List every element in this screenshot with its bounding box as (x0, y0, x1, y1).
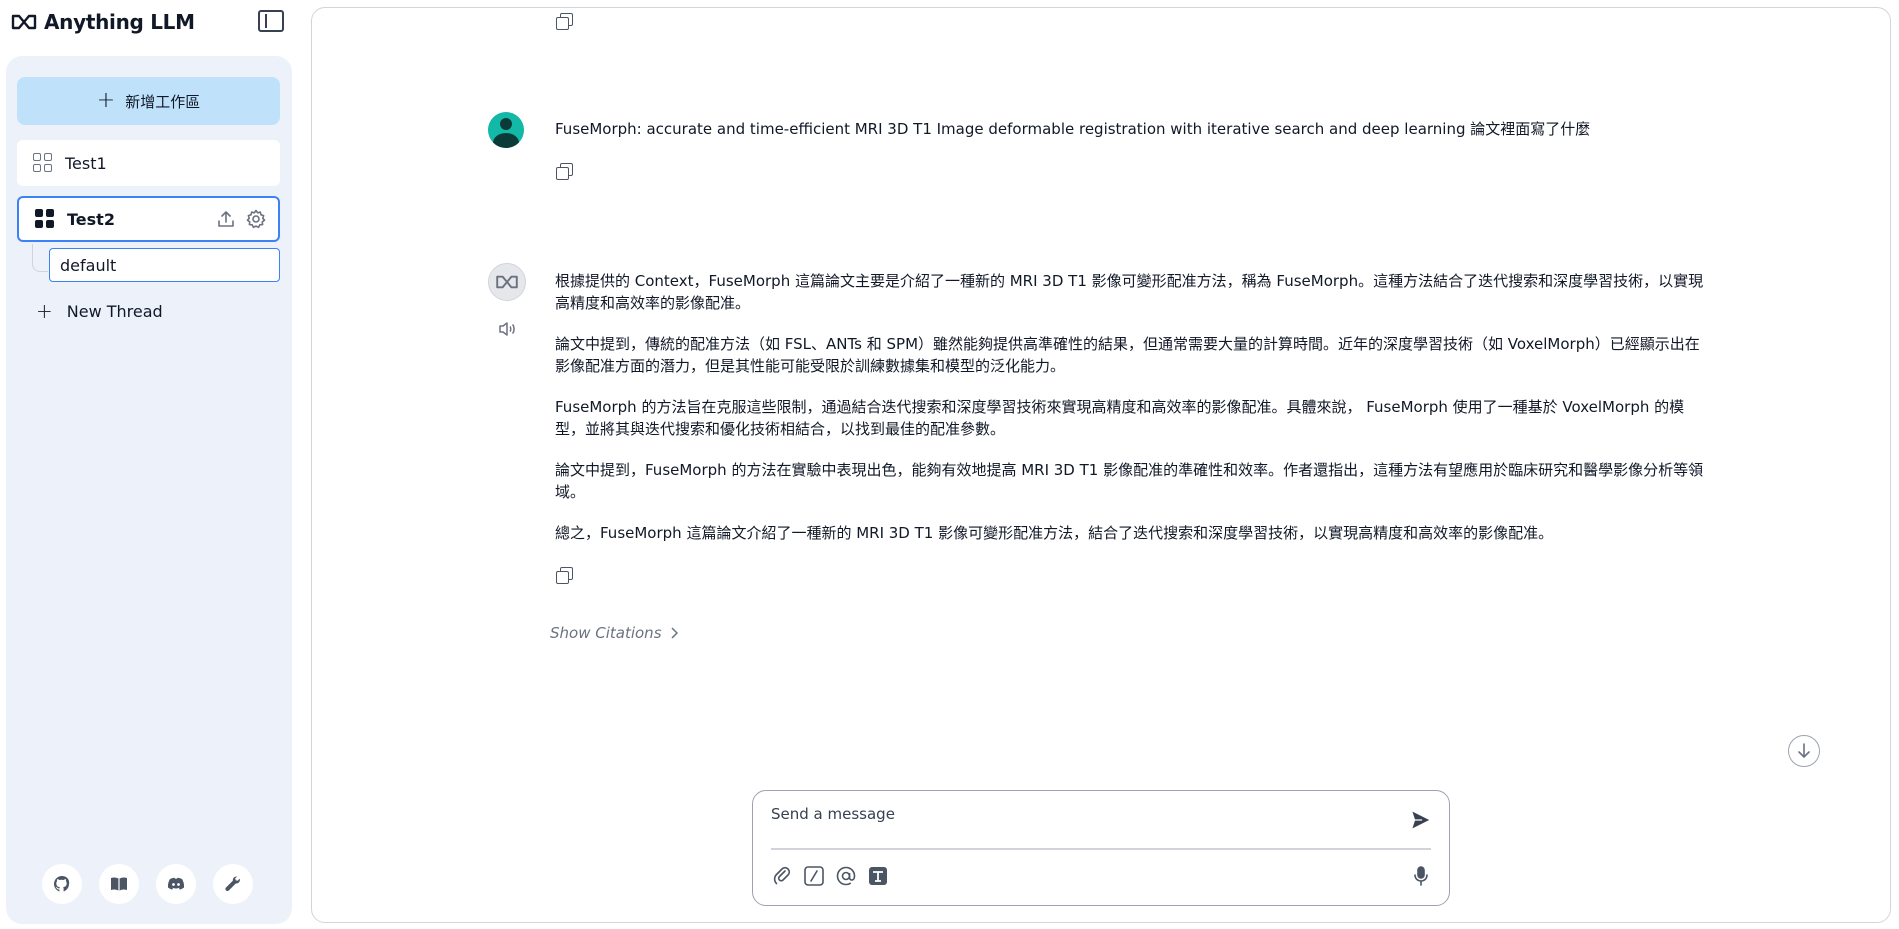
new-workspace-label: 新增工作區 (125, 92, 201, 111)
chat-container: FuseMorph: accurate and time-efficient M… (311, 7, 1891, 923)
chevron-right-icon (670, 627, 678, 639)
brand: Anything LLM (10, 10, 195, 34)
assistant-paragraph: 根據提供的 Context，FuseMorph 這篇論文主要是介紹了一種新的 M… (555, 272, 1704, 312)
docs-button[interactable] (99, 864, 139, 904)
scroll-to-bottom-button[interactable] (1788, 735, 1820, 767)
message-composer (752, 790, 1450, 906)
wrench-icon (225, 876, 240, 891)
assistant-message: 根據提供的 Context，FuseMorph 這篇論文主要是介紹了一種新的 M… (555, 270, 1710, 563)
sidebar-footer (42, 864, 253, 904)
message-input[interactable] (771, 805, 1371, 823)
sidebar: Anything LLM + 新增工作區 Test1 Test2 default… (0, 0, 300, 929)
thread-label: default (60, 255, 117, 275)
workspace-label: Test1 (65, 153, 107, 173)
paperclip-icon[interactable] (771, 865, 793, 887)
speaker-icon[interactable] (498, 320, 518, 338)
anything-llm-logo-icon (496, 275, 518, 289)
assistant-paragraph: 論文中提到，傳統的配准方法（如 FSL、ANTs 和 SPM）雖然能夠提供高準確… (555, 335, 1700, 375)
discord-icon (167, 877, 185, 890)
workspace-actions (216, 209, 266, 229)
new-thread-button[interactable]: + New Thread (36, 296, 163, 326)
sidebar-toggle-icon[interactable] (258, 10, 284, 32)
settings-button[interactable] (213, 864, 253, 904)
assistant-paragraph: 論文中提到，FuseMorph 的方法在實驗中表現出色，能夠有效地提高 MRI … (555, 461, 1704, 501)
assistant-paragraph: FuseMorph 的方法旨在克服這些限制，通過結合迭代搜索和深度學習技術來實現… (555, 398, 1685, 438)
text-format-icon[interactable] (867, 865, 889, 887)
plus-icon: + (36, 299, 53, 323)
book-icon (111, 877, 127, 891)
plus-icon: + (96, 88, 116, 113)
copy-icon[interactable] (555, 566, 573, 584)
new-workspace-button[interactable]: + 新增工作區 (17, 77, 280, 125)
at-mention-icon[interactable] (835, 865, 857, 887)
arrow-down-icon (1798, 743, 1810, 759)
workspace-grid-icon (35, 209, 55, 229)
thread-connector (32, 244, 48, 272)
composer-divider (771, 848, 1431, 850)
gear-icon[interactable] (246, 209, 266, 229)
github-button[interactable] (42, 864, 82, 904)
show-citations-label: Show Citations (550, 624, 662, 642)
anything-llm-logo-icon (11, 14, 37, 30)
brand-name: Anything LLM (44, 10, 195, 34)
workspace-label: Test2 (67, 209, 115, 229)
user-message: FuseMorph: accurate and time-efficient M… (555, 120, 1591, 138)
copy-icon[interactable] (555, 162, 573, 180)
workspace-panel: + 新增工作區 Test1 Test2 default + New Thread (6, 56, 292, 924)
workspace-item-test2[interactable]: Test2 (17, 196, 280, 242)
assistant-paragraph: 總之，FuseMorph 這篇論文介紹了一種新的 MRI 3D T1 影像可變形… (555, 524, 1554, 542)
workspace-item-test1[interactable]: Test1 (17, 140, 280, 186)
send-icon[interactable] (1408, 807, 1434, 833)
copy-icon[interactable] (555, 12, 573, 30)
github-icon (54, 876, 70, 892)
composer-tools (771, 865, 889, 887)
slash-command-icon[interactable] (803, 865, 825, 887)
new-thread-label: New Thread (66, 301, 163, 321)
upload-icon[interactable] (216, 209, 236, 229)
discord-button[interactable] (156, 864, 196, 904)
microphone-icon[interactable] (1410, 865, 1432, 887)
workspace-grid-icon (33, 153, 53, 173)
user-avatar (488, 112, 524, 148)
thread-item-default[interactable]: default (49, 248, 280, 282)
show-citations-button[interactable]: Show Citations (550, 624, 678, 642)
assistant-avatar (488, 263, 526, 301)
